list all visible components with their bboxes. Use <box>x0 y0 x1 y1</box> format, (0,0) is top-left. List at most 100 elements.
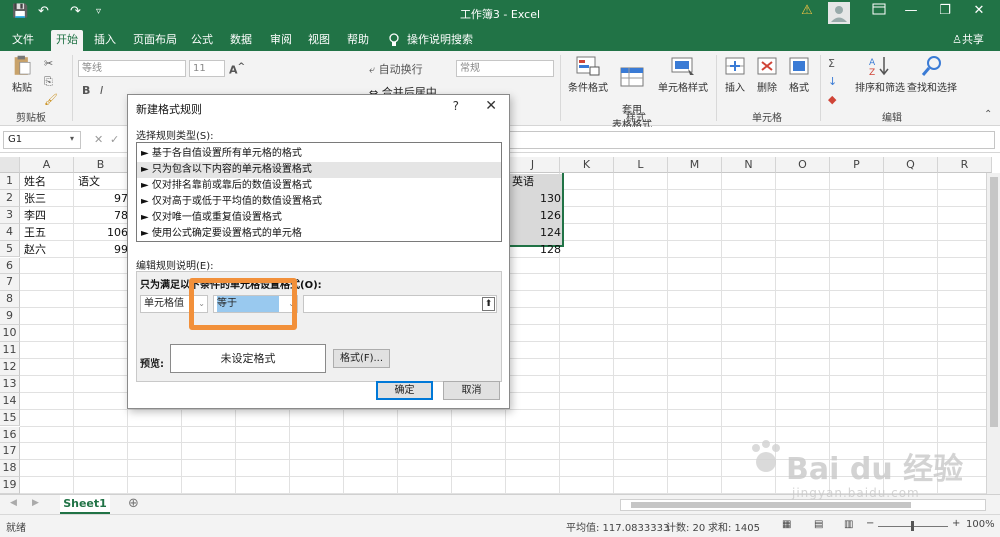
row-header[interactable]: 11 <box>0 342 20 359</box>
row-header[interactable]: 2 <box>0 189 20 207</box>
rule-type-item[interactable]: ► 基于各自值设置所有单元格的格式 <box>137 146 501 162</box>
row-header[interactable]: 17 <box>0 443 20 461</box>
row-header[interactable]: 1 <box>0 173 20 190</box>
zoom-slider-thumb[interactable] <box>911 521 914 531</box>
cell-b1[interactable]: 语文 <box>78 174 130 190</box>
cell-a1[interactable]: 姓名 <box>24 174 76 190</box>
copy-icon[interactable]: ⎘ <box>44 75 53 89</box>
column-header[interactable]: A <box>20 157 74 173</box>
row-header[interactable]: 18 <box>0 460 20 478</box>
row-header[interactable]: 16 <box>0 426 20 444</box>
font-name-combo[interactable]: 等线 <box>78 60 186 77</box>
cell-b5[interactable]: 99 <box>78 242 128 258</box>
sort-filter-button[interactable]: AZ 排序和筛选 <box>852 55 908 94</box>
row-header[interactable]: 6 <box>0 257 20 275</box>
page-layout-view-icon[interactable]: ▤ <box>814 519 823 530</box>
ribbon-display-options-icon[interactable] <box>868 3 890 23</box>
number-format-combo[interactable]: 常规 <box>456 60 554 77</box>
autosum-icon[interactable]: Σ <box>828 57 835 70</box>
rule-type-item-selected[interactable]: ► 只为包含以下内容的单元格设置格式 <box>137 162 501 178</box>
rule-type-item[interactable]: ► 仅对唯一值或重复值设置格式 <box>137 210 501 226</box>
collapse-ribbon-icon[interactable]: ⌃ <box>984 109 992 120</box>
cancel-button[interactable]: 取消 <box>443 381 500 400</box>
format-button[interactable]: 格式(F)... <box>333 349 390 368</box>
zoom-in-icon[interactable]: + <box>952 518 960 529</box>
cut-icon[interactable]: ✂ <box>44 57 53 70</box>
row-header[interactable]: 10 <box>0 325 20 342</box>
cell-a3[interactable]: 李四 <box>24 208 76 224</box>
range-picker-icon[interactable]: ⬆ <box>482 297 495 311</box>
close-button[interactable]: ✕ <box>968 3 990 23</box>
tab-home[interactable]: 开始 <box>51 30 83 51</box>
row-header[interactable]: 19 <box>0 477 20 494</box>
row-header[interactable]: 9 <box>0 308 20 326</box>
tab-review[interactable]: 审阅 <box>266 30 296 51</box>
cell-a4[interactable]: 王五 <box>24 225 76 241</box>
fill-icon[interactable]: ↓ <box>828 75 837 88</box>
prev-sheet-icon[interactable]: ◀ <box>10 498 17 508</box>
column-header[interactable]: K <box>560 157 614 173</box>
format-painter-icon[interactable]: 🖌 <box>44 93 58 106</box>
name-box-dropdown-icon[interactable]: ▾ <box>70 134 74 143</box>
cancel-icon[interactable]: ✕ <box>94 133 103 146</box>
cell-j2[interactable]: 130 <box>510 191 561 207</box>
cell-a2[interactable]: 张三 <box>24 191 76 207</box>
cell-styles-button[interactable]: 单元格样式 <box>656 55 710 94</box>
column-header[interactable]: P <box>830 157 884 173</box>
cell-j5[interactable]: 128 <box>510 242 561 258</box>
cell-a5[interactable]: 赵六 <box>24 242 76 258</box>
tab-insert[interactable]: 插入 <box>90 30 120 51</box>
row-header[interactable]: 7 <box>0 274 20 292</box>
value-input[interactable] <box>303 295 497 313</box>
insert-cells-button[interactable]: 插入 <box>720 55 750 94</box>
cell-b3[interactable]: 78 <box>78 208 128 224</box>
rule-type-item[interactable]: ► 使用公式确定要设置格式的单元格 <box>137 226 501 242</box>
rule-type-item[interactable]: ► 仅对高于或低于平均值的数值设置格式 <box>137 194 501 210</box>
row-header[interactable]: 15 <box>0 409 20 427</box>
tab-formulas[interactable]: 公式 <box>187 30 217 51</box>
confirm-icon[interactable]: ✓ <box>110 133 119 146</box>
zoom-out-icon[interactable]: − <box>866 518 874 529</box>
tab-help[interactable]: 帮助 <box>343 30 373 51</box>
tell-me-search[interactable]: 操作说明搜索 <box>406 30 474 51</box>
rule-type-item[interactable]: ► 仅对排名靠前或靠后的数值设置格式 <box>137 178 501 194</box>
account-avatar[interactable] <box>828 2 850 24</box>
find-select-button[interactable]: 查找和选择 <box>906 55 958 94</box>
zoom-level[interactable]: 100% <box>966 519 995 530</box>
tab-file[interactable]: 文件 <box>8 30 38 51</box>
bold-icon[interactable]: B <box>82 84 90 97</box>
normal-view-icon[interactable]: ▦ <box>782 519 791 530</box>
column-header[interactable]: R <box>938 157 992 173</box>
zoom-slider[interactable] <box>878 521 948 531</box>
column-header[interactable]: O <box>776 157 830 173</box>
minimize-button[interactable]: — <box>900 3 922 23</box>
row-header[interactable]: 14 <box>0 392 20 410</box>
delete-cells-button[interactable]: 删除 <box>752 55 782 94</box>
sheet-tab-sheet1[interactable]: Sheet1 <box>60 495 110 514</box>
column-header[interactable]: N <box>722 157 776 173</box>
row-header[interactable]: 12 <box>0 358 20 376</box>
column-header[interactable]: J <box>506 157 560 173</box>
wrap-text-button[interactable]: ⤶ 自动换行 <box>369 61 423 77</box>
cell-j3[interactable]: 126 <box>510 208 561 224</box>
add-sheet-icon[interactable]: ⊕ <box>128 496 139 511</box>
help-icon[interactable]: ? <box>453 99 459 113</box>
italic-icon[interactable]: I <box>100 84 103 97</box>
cell-b2[interactable]: 97 <box>78 191 128 207</box>
paste-button[interactable]: 粘贴 <box>4 55 40 94</box>
cell-j1[interactable]: 英语 <box>512 174 562 190</box>
dialog-close-icon[interactable]: ✕ <box>485 98 497 114</box>
page-break-view-icon[interactable]: ▥ <box>844 519 853 530</box>
column-header[interactable]: B <box>74 157 128 173</box>
tab-data[interactable]: 数据 <box>226 30 256 51</box>
warning-icon[interactable]: ⚠ <box>796 3 818 23</box>
next-sheet-icon[interactable]: ▶ <box>32 498 39 508</box>
font-size-combo[interactable]: 11 <box>189 60 225 77</box>
column-header[interactable]: L <box>614 157 668 173</box>
increase-font-icon[interactable]: A^ <box>229 61 245 77</box>
vertical-scrollbar[interactable] <box>986 173 1000 494</box>
row-header[interactable]: 13 <box>0 375 20 393</box>
cell-b4[interactable]: 106 <box>78 225 128 241</box>
tab-view[interactable]: 视图 <box>304 30 334 51</box>
rule-type-list[interactable]: ► 基于各自值设置所有单元格的格式 ► 只为包含以下内容的单元格设置格式 ► 仅… <box>136 142 502 242</box>
